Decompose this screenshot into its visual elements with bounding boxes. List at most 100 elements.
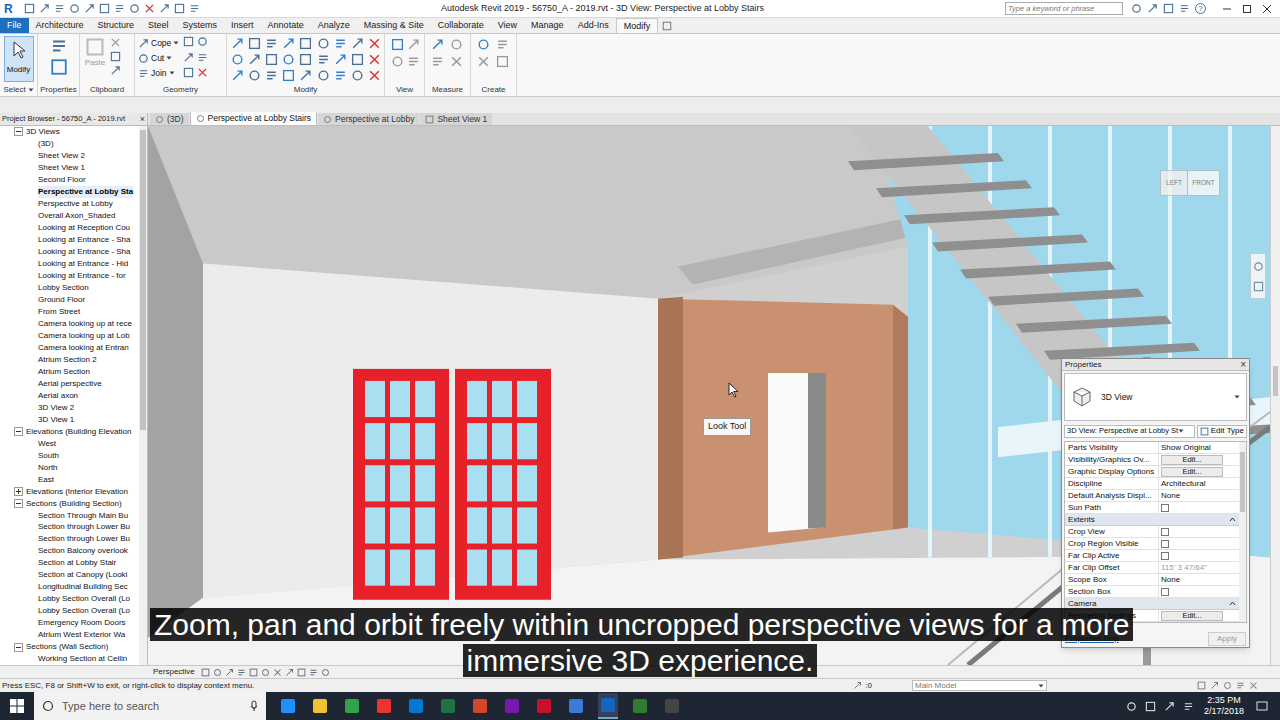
ribbon-tab[interactable]: Massing & Site: [357, 18, 431, 33]
browser-item[interactable]: Section Through Main Bu: [0, 510, 139, 522]
ribbon-group-label[interactable]: Properties: [38, 84, 79, 96]
dropdown-icon[interactable]: [169, 70, 175, 76]
properties-icon[interactable]: [50, 37, 68, 55]
browser-item[interactable]: Camera looking at Entran: [0, 342, 139, 354]
modify-tool-icon[interactable]: [368, 37, 381, 50]
view-control-icon[interactable]: [309, 668, 318, 677]
ribbon-tool-icon[interactable]: [450, 38, 463, 51]
dropdown-icon[interactable]: [28, 87, 34, 93]
browser-item[interactable]: Aerial perspective: [0, 378, 139, 390]
dropdown-icon[interactable]: [173, 40, 179, 46]
ribbon-tool-icon[interactable]: [477, 55, 490, 68]
browser-item[interactable]: (3D): [0, 138, 139, 150]
navigation-bar[interactable]: [1250, 253, 1266, 299]
tray-icon[interactable]: [1126, 701, 1137, 712]
geometry-tool-icon[interactable]: [138, 38, 149, 49]
ribbon-tab[interactable]: File: [0, 18, 29, 33]
properties-header[interactable]: Properties×: [1062, 359, 1249, 371]
steering-wheel-icon[interactable]: [1253, 261, 1264, 272]
tray-icon[interactable]: [1145, 701, 1156, 712]
quick-access-icon[interactable]: [174, 3, 185, 14]
help-button[interactable]: ?: [1195, 3, 1206, 14]
browser-item[interactable]: Longitudinal Building Sec: [0, 581, 139, 593]
ribbon-tool-icon[interactable]: [391, 38, 404, 51]
taskbar-app-icon[interactable]: [534, 693, 554, 719]
taskbar-app-icon[interactable]: [406, 693, 426, 719]
browser-item[interactable]: Emergency Room Doors: [0, 617, 139, 629]
browser-item[interactable]: Aerial axon: [0, 390, 139, 402]
browser-item[interactable]: Perspective at Lobby: [0, 198, 139, 210]
paste-icon[interactable]: [85, 37, 105, 57]
modify-tool-icon[interactable]: [248, 53, 261, 66]
ribbon-options-icon[interactable]: [662, 21, 672, 31]
browser-folder[interactable]: Sections (Wall Section): [0, 641, 139, 653]
view-control-icon[interactable]: [225, 668, 234, 677]
property-value[interactable]: None: [1161, 574, 1180, 586]
geometry-tool-icon[interactable]: [138, 53, 149, 64]
ribbon-group-label[interactable]: Modify: [227, 84, 384, 96]
microphone-icon[interactable]: [250, 700, 258, 712]
modify-tool-icon[interactable]: [265, 53, 278, 66]
modify-tool-icon[interactable]: [248, 69, 261, 82]
browser-item[interactable]: Working Section at Ceilin: [0, 653, 139, 665]
dropdown-icon[interactable]: [1234, 394, 1240, 400]
browser-item[interactable]: East: [0, 474, 139, 486]
browser-item[interactable]: Lobby Section: [0, 282, 139, 294]
ribbon-tab[interactable]: Steel: [141, 18, 176, 33]
modify-tool-icon[interactable]: [317, 37, 330, 50]
modify-tool-icon[interactable]: [231, 37, 244, 50]
collapse-icon[interactable]: [14, 499, 23, 508]
minimize-icon[interactable]: [1222, 4, 1232, 14]
taskbar-app-icon[interactable]: [470, 693, 490, 719]
user-icon[interactable]: [1163, 3, 1174, 14]
tray-icon[interactable]: [1183, 701, 1194, 712]
modify-tool-icon[interactable]: [368, 69, 381, 82]
view-control-icon[interactable]: [261, 668, 270, 677]
taskbar-app-icon[interactable]: [278, 693, 298, 719]
ribbon-group-label[interactable]: Measure: [425, 84, 470, 96]
ribbon-tool-icon[interactable]: [431, 55, 444, 68]
cart-icon[interactable]: [1179, 3, 1190, 14]
browser-item[interactable]: South: [0, 450, 139, 462]
view-control-icon[interactable]: [237, 668, 246, 677]
property-value[interactable]: 115' 3 47/64": [1161, 562, 1207, 574]
view-tab[interactable]: Sheet View 1: [420, 113, 492, 125]
notifications-icon[interactable]: [1256, 700, 1268, 712]
view-cube[interactable]: LEFTFRONT: [1160, 170, 1220, 196]
modify-tool-icon[interactable]: [265, 69, 278, 82]
selection-filter-icon[interactable]: [1236, 681, 1245, 690]
view-tab-icon[interactable]: [425, 115, 434, 124]
browser-item[interactable]: Perspective at Lobby Sta: [0, 186, 139, 198]
browser-item[interactable]: Sheet View 2: [0, 150, 139, 162]
selection-filter-icon[interactable]: [1223, 681, 1232, 690]
tray-icon[interactable]: [1164, 701, 1175, 712]
ribbon-tool-icon[interactable]: [407, 38, 420, 51]
view-tab[interactable]: Perspective at Lobby Stairs: [190, 112, 317, 125]
property-checkbox[interactable]: [1161, 528, 1169, 536]
browser-item[interactable]: Section through Lower Bu: [0, 533, 139, 545]
browser-folder[interactable]: Sections (Building Section): [0, 498, 139, 510]
ribbon-tab[interactable]: Modify: [616, 18, 659, 33]
zoom-icon[interactable]: [1253, 281, 1264, 292]
star-icon[interactable]: [1147, 3, 1158, 14]
quick-access-icon[interactable]: [84, 3, 95, 14]
quick-access-icon[interactable]: [129, 3, 140, 14]
geometry-tool[interactable]: Cope: [138, 36, 179, 50]
ribbon-group-label[interactable]: Select: [0, 84, 37, 96]
geometry-icon[interactable]: [183, 67, 194, 78]
close-icon[interactable]: [1262, 4, 1272, 14]
collapse-icon[interactable]: [1229, 516, 1236, 523]
browser-item[interactable]: Section at Canopy (Looki: [0, 569, 139, 581]
modify-button[interactable]: Modify: [4, 36, 34, 82]
quick-access-icon[interactable]: [144, 3, 155, 14]
browser-scrollbar[interactable]: [139, 126, 147, 665]
ribbon-tab[interactable]: Add-Ins: [571, 18, 616, 33]
viewport[interactable]: LEFTFRONTLook ToolProperties×3D View3D V…: [148, 126, 1270, 665]
copy-icon[interactable]: [110, 51, 121, 62]
modify-tool-icon[interactable]: [282, 53, 295, 66]
modify-tool-icon[interactable]: [351, 37, 364, 50]
ribbon-tool-icon[interactable]: [496, 38, 509, 51]
ribbon-tool-icon[interactable]: [477, 38, 490, 51]
view-control-icon[interactable]: [273, 668, 282, 677]
browser-item[interactable]: Section through Lower Bu: [0, 521, 139, 533]
